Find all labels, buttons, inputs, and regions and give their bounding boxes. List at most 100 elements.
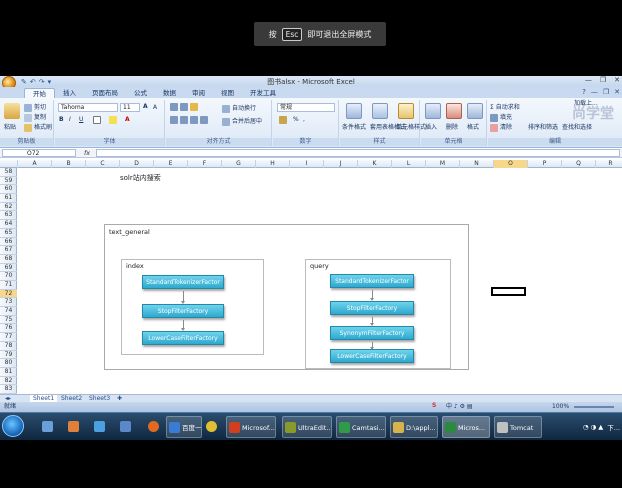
grow-font-button[interactable]: A <box>143 103 148 110</box>
quicklaunch-firefox-icon[interactable] <box>146 416 162 438</box>
sort-filter-button[interactable]: 排序和筛选 <box>528 122 558 131</box>
clear-button[interactable]: 清除 <box>490 122 512 132</box>
quicklaunch-app-icon[interactable] <box>66 416 82 438</box>
column-header-r[interactable]: R <box>596 160 622 168</box>
align-left-buttons[interactable] <box>170 116 210 124</box>
start-button[interactable] <box>2 415 24 437</box>
tab-page-layout[interactable]: 页面布局 <box>84 88 126 98</box>
select-all-corner[interactable] <box>0 160 18 168</box>
autosum-button[interactable]: Σ 自动求和 <box>490 102 520 111</box>
border-button[interactable] <box>93 116 103 124</box>
column-header-n[interactable]: N <box>460 160 494 168</box>
row-header-62[interactable]: 62 <box>0 203 17 212</box>
quicklaunch-chrome-icon[interactable] <box>204 416 220 438</box>
column-header-c[interactable]: C <box>86 160 120 168</box>
cut-button[interactable]: 剪切 <box>24 102 46 112</box>
query-node-tokenizer[interactable]: StandardTokenizerFactor <box>330 274 414 288</box>
align-top-buttons[interactable] <box>170 103 200 111</box>
column-header-m[interactable]: M <box>426 160 460 168</box>
row-header-83[interactable]: 83 <box>0 385 17 394</box>
zoom-level[interactable]: 100% <box>552 402 569 412</box>
index-node-stop[interactable]: StopFilterFactory <box>142 304 224 318</box>
taskbar-baidu[interactable]: 百度一下... <box>166 416 202 438</box>
insert-cells-icon[interactable] <box>425 103 441 119</box>
format-painter-button[interactable]: 格式刷 <box>24 122 52 132</box>
tab-insert[interactable]: 插入 <box>55 88 84 98</box>
column-header-i[interactable]: I <box>290 160 324 168</box>
row-header-71[interactable]: 71 <box>0 281 17 290</box>
taskbar-excel[interactable]: Micros... <box>442 416 490 438</box>
currency-button[interactable] <box>279 116 289 124</box>
row-header-74[interactable]: 74 <box>0 307 17 316</box>
insert-cells-button[interactable]: 插入 <box>425 122 437 131</box>
column-header-b[interactable]: B <box>52 160 86 168</box>
tab-formulas[interactable]: 公式 <box>126 88 155 98</box>
column-header-a[interactable]: A <box>18 160 52 168</box>
column-header-e[interactable]: E <box>154 160 188 168</box>
row-header-66[interactable]: 66 <box>0 238 17 247</box>
shrink-font-button[interactable]: A <box>153 104 157 111</box>
query-node-lowercase[interactable]: LowerCaseFilterFactory <box>330 349 414 363</box>
find-select-button[interactable]: 查找和选择 <box>562 122 592 131</box>
tab-view[interactable]: 视图 <box>213 88 242 98</box>
formula-input[interactable] <box>96 149 620 157</box>
column-header-p[interactable]: P <box>528 160 562 168</box>
worksheet-grid[interactable]: solr站内搜索 text_general index StandardToke… <box>18 168 622 394</box>
tab-developer[interactable]: 开发工具 <box>242 88 284 98</box>
wrap-text-button[interactable]: 自动换行 <box>222 103 256 113</box>
row-header-78[interactable]: 78 <box>0 342 17 351</box>
tray-clock[interactable]: 下... <box>607 422 620 432</box>
ime-icon[interactable]: S <box>432 401 436 411</box>
taskbar-camtasia[interactable]: Camtasi... <box>336 416 386 438</box>
tab-data[interactable]: 数据 <box>155 88 184 98</box>
query-node-synonym[interactable]: SynonymFilterFactory <box>330 326 414 340</box>
row-header-63[interactable]: 63 <box>0 211 17 221</box>
help-icon[interactable]: ? <box>582 88 586 96</box>
taskbar-tomcat[interactable]: Tomcat <box>494 416 542 438</box>
format-cells-button[interactable]: 格式 <box>467 122 479 131</box>
row-header-77[interactable]: 77 <box>0 333 17 342</box>
tab-review[interactable]: 审阅 <box>184 88 213 98</box>
close-icon[interactable]: ✕ <box>614 76 620 84</box>
row-header-69[interactable]: 69 <box>0 264 17 273</box>
paste-icon[interactable] <box>4 103 20 119</box>
row-header-58[interactable]: 58 <box>0 168 17 177</box>
taskbar-microsoft-1[interactable]: Microsof... <box>226 416 276 438</box>
quicklaunch-computer-icon[interactable] <box>40 416 56 438</box>
copy-button[interactable]: 复制 <box>24 112 46 122</box>
row-header-60[interactable]: 60 <box>0 185 17 195</box>
font-color-button[interactable]: A <box>125 116 130 123</box>
row-header-61[interactable]: 61 <box>0 194 17 203</box>
row-header-67[interactable]: 67 <box>0 246 17 255</box>
bold-button[interactable]: B <box>59 116 64 123</box>
maximize-icon[interactable]: ❐ <box>600 76 606 84</box>
number-format-select[interactable]: 常规 <box>277 103 335 112</box>
cell-style-icon[interactable] <box>398 103 414 119</box>
paste-button[interactable]: 粘贴 <box>4 122 16 131</box>
row-header-59[interactable]: 59 <box>0 177 17 186</box>
taskbar-explorer[interactable]: D:\appl... <box>390 416 438 438</box>
row-header-68[interactable]: 68 <box>0 255 17 264</box>
column-header-g[interactable]: G <box>222 160 256 168</box>
column-header-l[interactable]: L <box>392 160 426 168</box>
index-panel[interactable]: index StandardTokenizerFactor StopFilter… <box>121 259 264 355</box>
column-header-f[interactable]: F <box>188 160 222 168</box>
row-header-80[interactable]: 80 <box>0 359 17 368</box>
tray-icons[interactable]: ◔ ◑ ▲ <box>583 423 603 431</box>
name-box[interactable]: O72 <box>2 149 76 157</box>
tab-home[interactable]: 开始 <box>24 88 55 98</box>
row-header-75[interactable]: 75 <box>0 316 17 325</box>
quicklaunch-bird-icon[interactable] <box>92 416 108 438</box>
row-header-76[interactable]: 76 <box>0 324 17 334</box>
row-header-70[interactable]: 70 <box>0 272 17 281</box>
row-header-64[interactable]: 64 <box>0 220 17 229</box>
text-general-box[interactable]: text_general index StandardTokenizerFact… <box>104 224 469 370</box>
column-header-q[interactable]: Q <box>562 160 596 168</box>
index-node-lowercase[interactable]: LowerCaseFilterFactory <box>142 331 224 345</box>
share-addin-button[interactable]: 加载上... <box>574 98 598 107</box>
row-header-73[interactable]: 73 <box>0 298 17 308</box>
active-cell-o72[interactable] <box>491 287 526 296</box>
format-cells-icon[interactable] <box>467 103 483 119</box>
ime-toolbar[interactable]: 中 ♪ ⚙ ▤ <box>446 402 473 412</box>
table-format-icon[interactable] <box>372 103 388 119</box>
